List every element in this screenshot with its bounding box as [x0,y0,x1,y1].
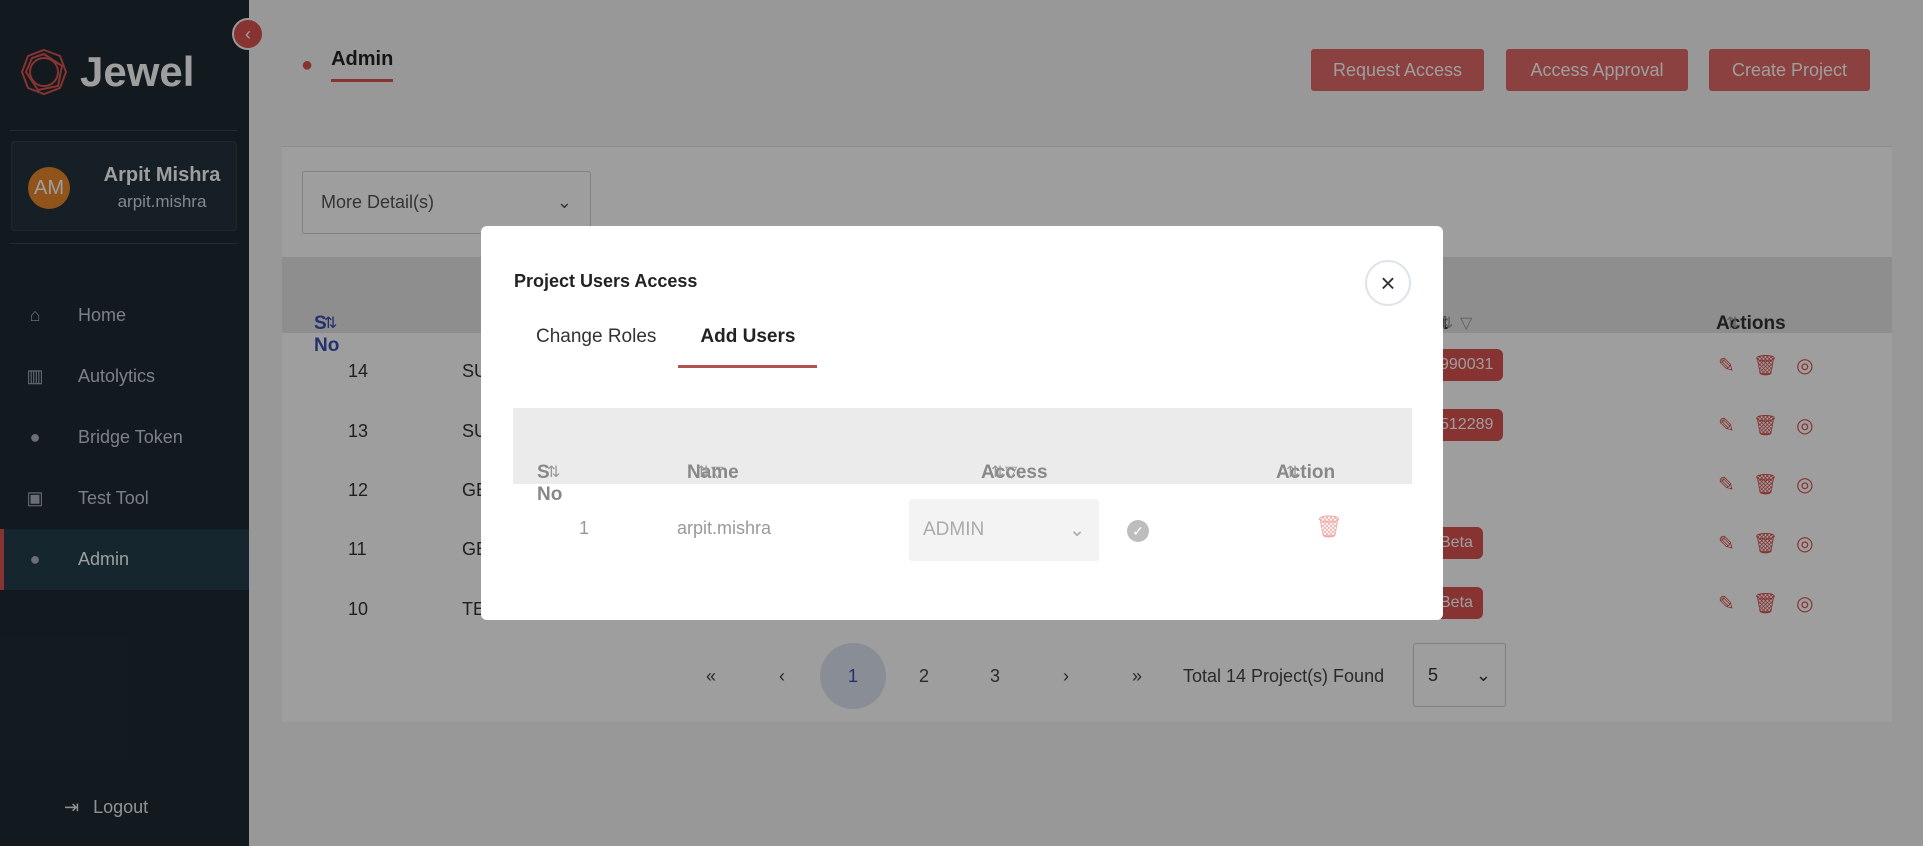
sort-icon: ⇅ [991,464,1005,481]
column-header-label: Action [1276,462,1336,483]
filter-icon: ▽ [1005,464,1018,481]
access-select[interactable]: ADMIN ⌄ [909,499,1099,561]
close-icon: × [1380,267,1396,298]
row-sno: 1 [579,518,590,538]
modal-tabs: Change Roles Add Users [514,326,818,368]
table-row: 1 arpit.mishra ADMIN ⌄ ✓ 🗑 [513,484,1412,576]
chevron-down-icon: ⌄ [1069,519,1085,541]
sort-icon: ⇅ [547,464,561,481]
project-users-access-modal: Project Users Access × Change Roles Add … [481,226,1443,620]
access-value: ADMIN [923,519,985,540]
modal-table-header: S No ⇅ Name ⇅ ▽ Access ⇅ ▽ Action ⇅ [513,408,1412,505]
close-button[interactable]: × [1365,260,1411,306]
modal-title: Project Users Access [514,271,698,291]
sort-icon: ⇅ [1286,464,1300,481]
sort-icon: ⇅ [697,464,711,481]
tab-change-roles[interactable]: Change Roles [514,326,678,368]
trash-icon[interactable]: 🗑 [1315,514,1343,540]
check-circle-icon[interactable]: ✓ [1127,520,1149,542]
filter-icon: ▽ [711,464,724,481]
tab-add-users[interactable]: Add Users [678,326,818,368]
row-name: arpit.mishra [677,518,772,538]
